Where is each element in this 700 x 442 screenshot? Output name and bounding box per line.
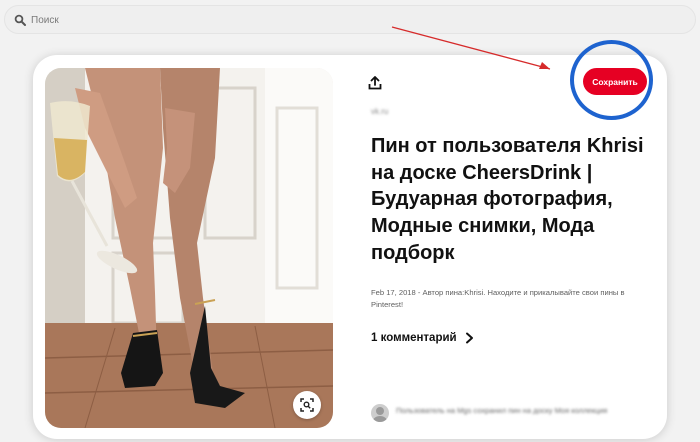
share-icon bbox=[368, 76, 382, 90]
pin-title: Пин от пользователя Khrisi на доске Chee… bbox=[371, 135, 644, 264]
visual-search-icon bbox=[300, 398, 314, 412]
comments-label: 1 комментарий bbox=[371, 332, 457, 344]
search-input[interactable] bbox=[29, 9, 673, 32]
user-avatar[interactable] bbox=[371, 404, 389, 422]
chevron-right-icon bbox=[465, 332, 473, 344]
annotation-highlight-circle bbox=[570, 40, 653, 120]
pin-description: Feb 17, 2018 - Автор пина:Khrisi. Находи… bbox=[371, 288, 625, 309]
visual-search-button[interactable] bbox=[293, 391, 321, 419]
share-button[interactable] bbox=[366, 74, 384, 92]
comments-toggle[interactable]: 1 комментарий bbox=[371, 332, 474, 344]
pin-photo-illustration bbox=[45, 68, 333, 428]
source-site-blurred: vk.ru bbox=[371, 107, 389, 116]
search-bar[interactable] bbox=[4, 5, 696, 34]
annotation-arrow bbox=[391, 26, 551, 70]
search-icon bbox=[14, 14, 26, 26]
pin-image[interactable] bbox=[45, 68, 333, 428]
comment-preview-blurred: Пользователь на Mgs сохранил пин на доск… bbox=[396, 406, 608, 415]
